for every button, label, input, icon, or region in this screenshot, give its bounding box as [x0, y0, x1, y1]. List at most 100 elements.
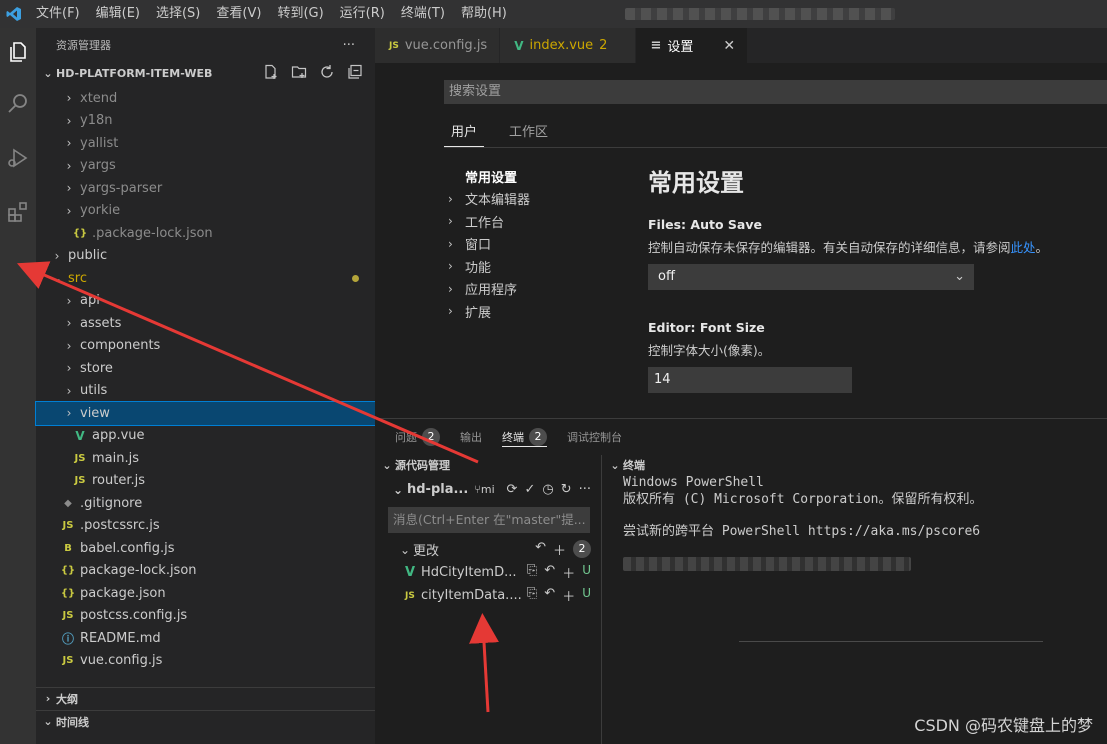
- stage-all-icon[interactable]: ＋: [553, 540, 566, 559]
- tree-item[interactable]: JS postcss.config.js: [36, 605, 375, 628]
- tree-item[interactable]: › api: [36, 290, 375, 313]
- files-icon[interactable]: [0, 32, 36, 72]
- timeline-section-header[interactable]: ⌄ 时间线: [36, 710, 375, 732]
- tree-item[interactable]: › components: [36, 335, 375, 358]
- tree-item[interactable]: ◆ .gitignore: [36, 492, 375, 515]
- tree-item[interactable]: JS router.js: [36, 470, 375, 493]
- outline-section-header[interactable]: › 大纲: [36, 687, 375, 709]
- terminal-header[interactable]: ⌄ 终端: [603, 455, 1107, 475]
- more-actions-icon[interactable]: ···: [579, 482, 591, 497]
- tree-item[interactable]: ⌄ src: [36, 267, 375, 290]
- toc-item-workbench[interactable]: › 工作台: [448, 210, 638, 233]
- changed-file-row[interactable]: JS cityItemData.... ⎘ ↶ ＋ U: [375, 584, 601, 607]
- scm-repo-row[interactable]: ⌄ hd-pla... ⑂mi ⟳ ✓ ◷ ↻ ···: [375, 478, 601, 501]
- tree-item-label: yargs-parser: [80, 180, 163, 196]
- toc-item-extensions[interactable]: › 扩展: [448, 300, 638, 323]
- tree-item[interactable]: › yargs: [36, 155, 375, 178]
- tab-user[interactable]: 用户: [444, 121, 485, 147]
- discard-icon[interactable]: ↶: [544, 563, 555, 582]
- tree-item[interactable]: › y18n: [36, 110, 375, 133]
- tab-workspace[interactable]: 工作区: [502, 121, 555, 147]
- changes-label: 更改: [413, 544, 440, 559]
- terminal-output[interactable]: Windows PowerShell 版权所有 (C) Microsoft Co…: [603, 475, 1107, 571]
- search-icon[interactable]: [0, 84, 36, 124]
- tree-item[interactable]: › assets: [36, 312, 375, 335]
- fontsize-input[interactable]: 14: [648, 367, 852, 393]
- tree-item[interactable]: › public: [36, 245, 375, 268]
- settings-file-icon: ≡: [650, 38, 662, 53]
- changed-file-name: HdCityItemD...: [421, 565, 517, 580]
- tree-item[interactable]: JS .postcssrc.js: [36, 515, 375, 538]
- discard-icon[interactable]: ↶: [535, 540, 546, 559]
- tree-item[interactable]: › yorkie: [36, 200, 375, 223]
- menu-edit[interactable]: 编辑(E): [88, 0, 148, 28]
- tree-item[interactable]: JS vue.config.js: [36, 650, 375, 673]
- new-file-icon[interactable]: [263, 64, 279, 83]
- tree-item[interactable]: {} package-lock.json: [36, 560, 375, 583]
- sync-icon[interactable]: ⟳: [507, 482, 518, 497]
- discard-icon[interactable]: ↶: [544, 586, 555, 605]
- menu-selection[interactable]: 选择(S): [148, 0, 208, 28]
- scm-header[interactable]: ⌄ 源代码管理: [375, 455, 601, 475]
- toc-label: 功能: [465, 260, 492, 276]
- toc-item-window[interactable]: › 窗口: [448, 233, 638, 256]
- menu-run[interactable]: 运行(R): [332, 0, 393, 28]
- tab-debug-console[interactable]: 调试控制台: [567, 427, 622, 447]
- tree-item[interactable]: › yallist: [36, 132, 375, 155]
- extensions-icon[interactable]: [0, 192, 36, 232]
- chevron-right-icon: ›: [448, 259, 453, 274]
- tree-item-label: postcss.config.js: [80, 608, 188, 624]
- branch-indicator[interactable]: ⑂mi: [474, 483, 494, 496]
- tree-item[interactable]: Bbabel.config.js: [36, 537, 375, 560]
- tree-item[interactable]: Vapp.vue: [36, 425, 375, 448]
- tab-settings[interactable]: ≡ 设置 ✕: [636, 28, 749, 63]
- setting-desc-link[interactable]: 此处: [1011, 240, 1036, 255]
- menu-help[interactable]: 帮助(H): [453, 0, 515, 28]
- chevron-right-icon: ›: [448, 236, 453, 251]
- tree-item-label: babel.config.js: [80, 540, 175, 556]
- js-file-icon: JS: [62, 610, 74, 622]
- new-folder-icon[interactable]: [291, 64, 307, 83]
- tab-vue-config[interactable]: JS vue.config.js: [375, 28, 501, 63]
- stage-icon[interactable]: ＋: [562, 586, 575, 605]
- run-debug-icon[interactable]: [0, 138, 36, 178]
- settings-search-input[interactable]: 搜索设置: [444, 80, 1107, 104]
- close-icon[interactable]: ✕: [723, 38, 735, 54]
- workspace-folder-header[interactable]: ⌄ HD-PLATFORM-ITEM-WEB: [36, 62, 375, 84]
- tree-item[interactable]: {} .package-lock.json: [36, 222, 375, 245]
- tab-problems[interactable]: 问题 2: [395, 427, 440, 447]
- chevron-right-icon: ›: [66, 406, 72, 421]
- commit-check-icon[interactable]: ✓: [524, 482, 535, 497]
- changed-file-row[interactable]: V HdCityItemD... ⎘ ↶ ＋ U: [375, 561, 601, 584]
- more-actions-icon[interactable]: ···: [343, 38, 355, 53]
- tree-item[interactable]: JS main.js: [36, 447, 375, 470]
- menu-view[interactable]: 查看(V): [208, 0, 269, 28]
- toc-item-features[interactable]: › 功能: [448, 255, 638, 278]
- tab-output[interactable]: 输出: [460, 427, 482, 447]
- open-file-icon[interactable]: ⎘: [527, 563, 537, 582]
- toc-item-application[interactable]: › 应用程序: [448, 278, 638, 301]
- tree-item[interactable]: › utils: [36, 380, 375, 403]
- menu-terminal[interactable]: 终端(T): [393, 0, 453, 28]
- tab-terminal[interactable]: 终端 2: [502, 427, 547, 447]
- tree-item[interactable]: › store: [36, 357, 375, 380]
- collapse-all-icon[interactable]: [347, 64, 363, 83]
- stage-icon[interactable]: ＋: [562, 563, 575, 582]
- menu-go[interactable]: 转到(G): [269, 0, 331, 28]
- changes-group-row[interactable]: ⌄ 更改 ↶ ＋ 2: [375, 538, 601, 561]
- refresh-icon[interactable]: ↻: [561, 482, 572, 497]
- tree-item[interactable]: {} package.json: [36, 582, 375, 605]
- tree-item[interactable]: › xtend: [36, 87, 375, 110]
- tree-item[interactable]: › yargs-parser: [36, 177, 375, 200]
- history-icon[interactable]: ◷: [542, 482, 553, 497]
- refresh-icon[interactable]: [319, 64, 335, 83]
- tree-item[interactable]: › view: [35, 401, 376, 426]
- autosave-select[interactable]: off ⌄: [648, 264, 974, 290]
- tree-item[interactable]: ⓘ README.md: [36, 627, 375, 650]
- commit-message-input[interactable]: 消息(Ctrl+Enter 在"master"提...: [388, 507, 590, 533]
- toc-item-common[interactable]: 常用设置: [448, 165, 638, 188]
- tab-index-vue[interactable]: V index.vue 2: [500, 28, 637, 63]
- menu-file[interactable]: 文件(F): [28, 0, 88, 28]
- toc-item-text-editor[interactable]: › 文本编辑器: [448, 188, 638, 211]
- open-file-icon[interactable]: ⎘: [527, 586, 537, 605]
